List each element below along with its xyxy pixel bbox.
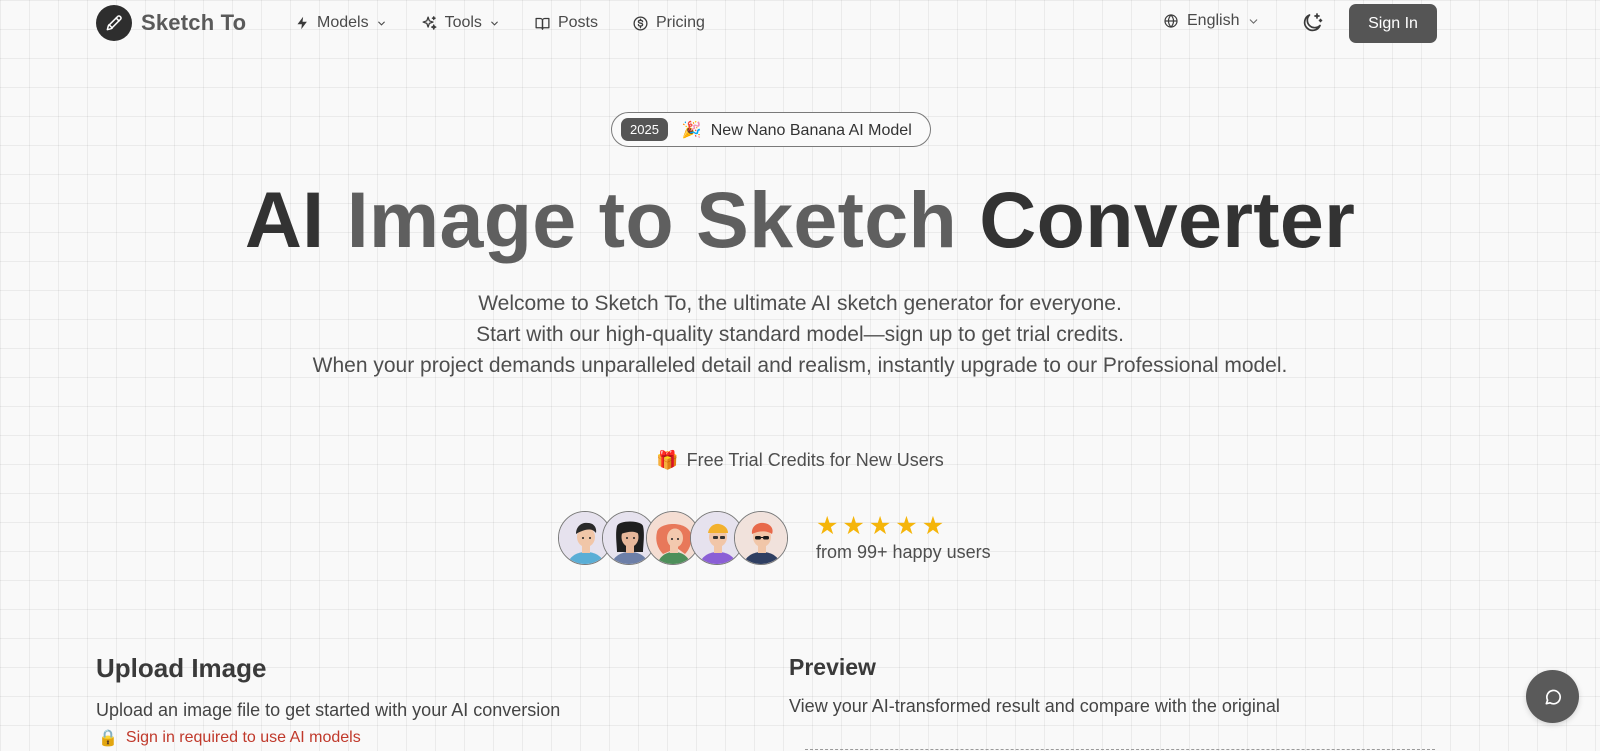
upload-title: Upload Image xyxy=(96,653,267,683)
language-label: English xyxy=(1187,12,1240,29)
title-part-1: AI xyxy=(244,175,325,264)
title-part-2: Image to Sketch xyxy=(346,175,958,264)
dollar-circle-icon xyxy=(633,15,648,31)
nav-item-posts[interactable]: Posts xyxy=(534,12,598,34)
chevron-down-icon xyxy=(1250,18,1258,24)
chevron-down-icon xyxy=(491,21,498,26)
gift-icon: 🎁 xyxy=(656,450,679,470)
announcement-badge[interactable]: 2025 🎉 New Nano Banana AI Model xyxy=(611,112,931,147)
rating: ★ ★ ★ ★ ★ from 99+ happy users xyxy=(816,513,991,563)
page: Sketch To Models Tools Posts Pricing Eng… xyxy=(0,0,1600,751)
title-part-3: Converter xyxy=(979,175,1356,264)
badge-year: 2025 xyxy=(621,118,668,141)
star-icon: ★ xyxy=(816,512,839,540)
sign-in-required-warning: 🔒 Sign in required to use AI models xyxy=(98,728,361,748)
bolt-icon xyxy=(297,16,307,30)
nav-item-models[interactable]: Models xyxy=(295,12,387,34)
nav-item-pricing[interactable]: Pricing xyxy=(632,12,705,34)
star-icon: ★ xyxy=(868,512,892,540)
party-icon: 🎉 xyxy=(681,121,702,139)
brand-name: Sketch To xyxy=(141,10,247,35)
social-proof: ★ ★ ★ ★ ★ from 99+ happy users xyxy=(558,510,991,566)
nav-item-label: Pricing xyxy=(655,14,705,31)
sparkles-icon xyxy=(422,15,437,30)
chat-button[interactable] xyxy=(1526,670,1579,723)
star-icon: ★ xyxy=(895,512,918,540)
nav-item-tools[interactable]: Tools xyxy=(421,12,500,34)
user-avatars xyxy=(558,511,788,565)
hero-subtitle: Welcome to Sketch To, the ultimate AI sk… xyxy=(300,288,1300,381)
warning-text: Sign in required to use AI models xyxy=(125,729,361,746)
subtitle-line: When your project demands unparalleled d… xyxy=(312,354,1288,377)
book-icon xyxy=(535,17,550,30)
star-icon: ★ xyxy=(921,512,945,540)
badge-label: New Nano Banana AI Model xyxy=(710,121,912,139)
preview-title: Preview xyxy=(789,654,876,680)
avatar xyxy=(734,511,788,565)
globe-icon xyxy=(1164,14,1178,28)
nav-item-label: Models xyxy=(317,14,369,31)
trial-credits-note: 🎁 Free Trial Credits for New Users xyxy=(0,450,1600,471)
happy-users-text: from 99+ happy users xyxy=(816,542,991,562)
trial-text: Free Trial Credits for New Users xyxy=(686,450,944,470)
upload-description: Upload an image file to get started with… xyxy=(96,700,561,720)
badge-text: 🎉 New Nano Banana AI Model xyxy=(682,120,912,140)
page-title: AI Image to Sketch Converter xyxy=(0,172,1600,268)
chevron-down-icon xyxy=(377,21,385,26)
language-select[interactable]: English xyxy=(1163,12,1260,30)
brand-logo[interactable]: Sketch To xyxy=(96,5,246,41)
pencil-logo-icon xyxy=(96,5,132,41)
nav-item-label: Posts xyxy=(557,14,598,31)
top-nav: Sketch To Models Tools Posts Pricing Eng… xyxy=(0,0,1600,46)
subtitle-line: Start with our high-quality standard mod… xyxy=(476,323,1124,346)
chat-bubble-icon xyxy=(1545,689,1561,705)
subtitle-line: Welcome to Sketch To, the ultimate AI sk… xyxy=(478,292,1122,315)
star-icon: ★ xyxy=(842,512,865,540)
lock-icon: 🔒 xyxy=(98,730,118,747)
nav-item-label: Tools xyxy=(444,14,482,31)
preview-description: View your AI-transformed result and comp… xyxy=(789,696,1280,716)
nav-links: Models Tools Posts Pricing xyxy=(295,12,739,34)
star-rating: ★ ★ ★ ★ ★ xyxy=(816,513,991,539)
sign-in-button[interactable]: Sign In xyxy=(1349,4,1437,43)
theme-toggle-moon-icon[interactable] xyxy=(1300,11,1324,35)
